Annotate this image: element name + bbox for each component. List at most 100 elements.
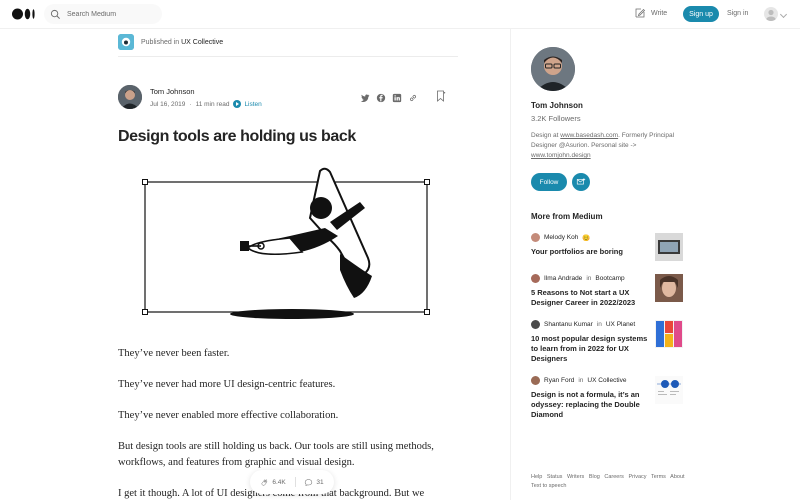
engagement-bar: 6.4K 31 [250, 470, 334, 494]
avatar [531, 320, 540, 329]
twitter-icon[interactable] [360, 90, 370, 102]
rec-in: in [578, 377, 584, 384]
bookmark-icon[interactable] [436, 90, 446, 102]
meta-separator: · [189, 100, 192, 108]
response-count: 31 [316, 478, 324, 486]
footer-link-help[interactable]: Help [531, 474, 542, 480]
body-paragraph: But design tools are still holding us ba… [118, 441, 434, 468]
search-icon [50, 9, 60, 19]
play-icon [233, 100, 242, 108]
publish-date: Jul 16, 2019 [150, 100, 186, 108]
footer-link-blog[interactable]: Blog [589, 474, 600, 480]
more-from-medium-heading: More from Medium [531, 212, 603, 221]
author-bio: Design at www.basedash.com. Formerly Pri… [531, 131, 691, 161]
footer-link-text-to-speech[interactable]: Text to speech [531, 483, 566, 489]
responses-button[interactable]: 31 [304, 478, 324, 487]
avatar [531, 233, 540, 242]
rec-emoji: 😊 [582, 234, 591, 242]
write-label: Write [651, 9, 668, 17]
rec-thumbnail[interactable] [655, 376, 683, 404]
publication-name-link[interactable]: UX Collective [181, 39, 223, 46]
bio-text: Design at [531, 132, 561, 139]
rec-headline[interactable]: Design is not a formula, it’s an odyssey… [531, 390, 649, 420]
rec-publication[interactable]: UX Collective [587, 377, 626, 384]
rec-headline[interactable]: 5 Reasons to Not start a UX Designer Car… [531, 288, 649, 308]
read-time: 11 min read [195, 100, 230, 108]
rec-thumbnail[interactable] [655, 320, 683, 348]
rec-author-name[interactable]: Ryan Ford [544, 377, 574, 384]
author-name-link[interactable]: Tom Johnson [150, 87, 195, 96]
footer-link-about[interactable]: About [670, 474, 684, 480]
divider [118, 56, 458, 57]
body-paragraph: They’ve never enabled more effective col… [118, 410, 339, 421]
footer-link-writers[interactable]: Writers [567, 474, 584, 480]
author-photo-icon [531, 47, 575, 91]
avatar [531, 274, 540, 283]
author-avatar[interactable] [118, 85, 142, 109]
rec-publication[interactable]: Bootcamp [595, 275, 624, 282]
rec-thumbnail[interactable] [655, 274, 683, 302]
listen-button[interactable]: Listen [233, 100, 262, 108]
search-box[interactable] [44, 4, 162, 24]
linkedin-icon[interactable] [392, 90, 402, 103]
bio-link-personal-site[interactable]: www.tomjohn.design [531, 152, 591, 159]
comment-icon [305, 478, 313, 486]
footer-link-terms[interactable]: Terms [651, 474, 666, 480]
recommendation-item[interactable]: Melody Koh 😊 Your portfolios are boring [531, 233, 685, 261]
footer-link-careers[interactable]: Careers [604, 474, 624, 480]
rec-author-name[interactable]: Melody Koh [544, 234, 578, 241]
divider [294, 477, 296, 487]
write-icon [635, 8, 646, 18]
ux-collective-logo-icon[interactable] [118, 34, 134, 50]
rec-headline[interactable]: Your portfolios are boring [531, 247, 649, 257]
clap-button[interactable]: 6.4K [260, 478, 286, 487]
listen-label: Listen [244, 100, 262, 108]
clap-icon [261, 478, 268, 486]
sidebar-author-name[interactable]: Tom Johnson [531, 101, 583, 110]
footer-links: Help Status Writers Blog Careers Privacy… [531, 473, 691, 491]
signup-button[interactable]: Sign up [683, 6, 719, 22]
footer-link-privacy[interactable]: Privacy [628, 474, 646, 480]
user-avatar[interactable] [764, 7, 778, 21]
rec-in: in [596, 321, 602, 328]
sidebar-author-avatar[interactable] [531, 47, 575, 91]
article-title: Design tools are holding us back [118, 128, 356, 145]
author-row: Tom Johnson Jul 16, 2019 · 11 min read L… [118, 85, 448, 111]
clap-count: 6.4K [272, 478, 286, 486]
mail-plus-icon [576, 178, 586, 185]
rec-author-name[interactable]: Shantanu Kumar [544, 321, 593, 328]
follow-button[interactable]: Follow [531, 173, 567, 191]
chevron-down-icon[interactable] [779, 10, 788, 19]
bio-link-basedash[interactable]: www.basedash.com [560, 132, 618, 139]
share-icons [360, 90, 418, 103]
followers-count[interactable]: 3.2K Followers [531, 114, 581, 123]
rec-headline[interactable]: 10 most popular design systems to learn … [531, 334, 649, 364]
article-meta: Jul 16, 2019 · 11 min read Listen [150, 100, 262, 108]
rec-in: in [586, 275, 592, 282]
subscribe-email-button[interactable] [572, 173, 590, 191]
write-button[interactable]: Write [634, 7, 667, 19]
author-photo-icon [118, 85, 142, 109]
sidebar: Tom Johnson 3.2K Followers Design at www… [510, 29, 800, 500]
rec-thumbnail[interactable] [655, 233, 683, 261]
search-input[interactable] [67, 10, 157, 18]
user-silhouette-icon [766, 9, 776, 21]
signin-link[interactable]: Sign in [727, 10, 748, 17]
avatar [531, 376, 540, 385]
recommendation-item[interactable]: Shantanu Kumar in UX Planet 10 most popu… [531, 320, 685, 364]
ux-collective-mark-icon [118, 34, 134, 50]
published-prefix: Published in [141, 38, 180, 46]
rec-author-name[interactable]: Ilma Andrade [544, 275, 582, 282]
body-paragraph: They’ve never been faster. [118, 348, 230, 359]
footer-link-status[interactable]: Status [547, 474, 563, 480]
facebook-icon[interactable] [376, 90, 386, 103]
link-icon[interactable] [408, 90, 418, 102]
hero-illustration [142, 167, 430, 319]
recommendation-item[interactable]: Ryan Ford in UX Collective Design is not… [531, 376, 685, 420]
body-paragraph: They’ve never had more UI design-centric… [118, 379, 336, 390]
publication-line: Published in UX Collective [118, 34, 223, 50]
top-navigation-bar: Write Sign up Sign in [0, 0, 800, 29]
recommendation-item[interactable]: Ilma Andrade in Bootcamp 5 Reasons to No… [531, 274, 685, 308]
medium-logo-icon[interactable] [12, 8, 36, 20]
rec-publication[interactable]: UX Planet [606, 321, 635, 328]
